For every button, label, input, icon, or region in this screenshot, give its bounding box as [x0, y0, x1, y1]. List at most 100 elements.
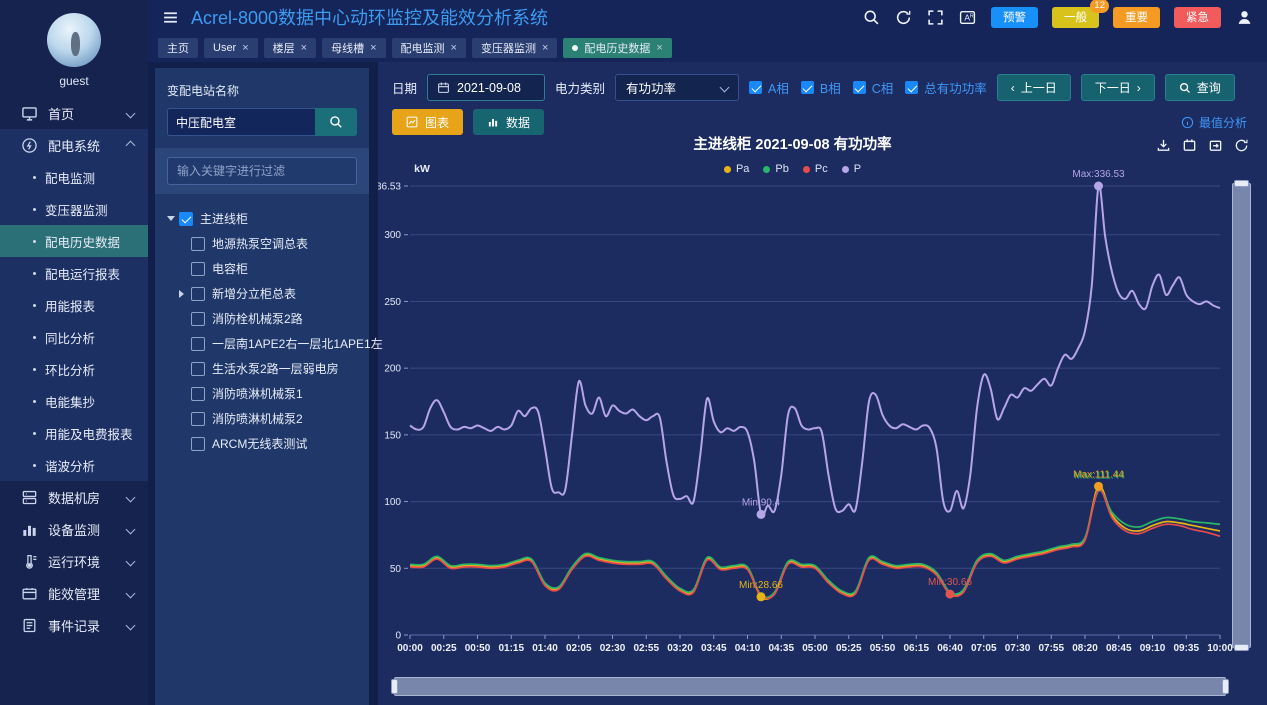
tree-filter-input[interactable]	[167, 157, 357, 185]
sidebar-item-事件记录[interactable]: 事件记录	[0, 609, 148, 641]
phase-checkbox-B相[interactable]: B相	[801, 78, 841, 97]
tree-node[interactable]: 电容柜	[167, 256, 357, 281]
download-icon[interactable]	[1156, 138, 1171, 153]
sidebar-item-设备监测[interactable]: 设备监测	[0, 513, 148, 545]
sidebar-subitem-配电监测[interactable]: 配电监测	[0, 161, 148, 193]
close-icon[interactable]: ×	[542, 43, 548, 54]
tree-checkbox[interactable]	[191, 362, 205, 376]
fullscreen-icon[interactable]	[927, 9, 944, 26]
tree-node[interactable]: 新增分立柜总表	[167, 281, 357, 306]
tree-node[interactable]: 一层南1APE2右一层北1APE1左	[167, 331, 357, 356]
query-button[interactable]: 查询	[1165, 74, 1235, 101]
alarm-button-一般[interactable]: 一般12	[1052, 7, 1099, 28]
sidebar-subitem-配电运行报表[interactable]: 配电运行报表	[0, 257, 148, 289]
sidebar-subitem-变压器监测[interactable]: 变压器监测	[0, 193, 148, 225]
menu-label: 能效管理	[48, 584, 100, 603]
datazoom-handle-left[interactable]	[391, 679, 398, 694]
tree-checkbox[interactable]	[191, 237, 205, 251]
category-select[interactable]: 有功功率	[615, 74, 739, 101]
tree-node[interactable]: 消防喷淋机械泵2	[167, 406, 357, 431]
tab-User[interactable]: User×	[204, 38, 258, 58]
caret-right-icon[interactable]	[179, 290, 184, 298]
zoom-box-icon[interactable]	[1182, 138, 1197, 153]
close-icon[interactable]: ×	[656, 43, 662, 54]
tab-变压器监测[interactable]: 变压器监测×	[472, 38, 557, 58]
tree-checkbox[interactable]	[179, 212, 193, 226]
menu-label: 数据机房	[48, 488, 100, 507]
tree-node[interactable]: ARCM无线表测试	[167, 431, 357, 456]
sidebar-item-能效管理[interactable]: 能效管理	[0, 577, 148, 609]
max-analysis-link[interactable]: 最值分析	[1181, 114, 1247, 131]
tab-配电历史数据[interactable]: 配电历史数据×	[563, 38, 671, 58]
close-icon[interactable]: ×	[451, 43, 457, 54]
chart-view-button[interactable]: 图表	[392, 109, 463, 135]
datazoom-handle-bottom[interactable]	[1234, 644, 1249, 651]
date-picker[interactable]: 2021-09-08	[427, 74, 545, 101]
prev-day-button[interactable]: ‹ 上一日	[997, 74, 1071, 101]
close-icon[interactable]: ×	[242, 43, 248, 54]
tree-checkbox[interactable]	[191, 312, 205, 326]
search-icon[interactable]	[863, 9, 880, 26]
sidebar-subitem-电能集抄[interactable]: 电能集抄	[0, 385, 148, 417]
close-icon[interactable]: ×	[301, 43, 307, 54]
phase-checkbox-C相[interactable]: C相	[853, 78, 894, 97]
vertical-datazoom-slider[interactable]	[1232, 183, 1251, 648]
sidebar-subitem-用能及电费报表[interactable]: 用能及电费报表	[0, 417, 148, 449]
sidebar-subitem-配电历史数据[interactable]: 配电历史数据	[0, 225, 148, 257]
tree-checkbox[interactable]	[191, 412, 205, 426]
station-search-input[interactable]	[167, 108, 315, 136]
tree-node[interactable]: 地源热泵空调总表	[167, 231, 357, 256]
sidebar-item-配电系统[interactable]: 配电系统	[0, 129, 148, 161]
sidebar-subitem-谐波分析[interactable]: 谐波分析	[0, 449, 148, 481]
data-view-button[interactable]: 数据	[473, 109, 544, 135]
refresh-icon[interactable]	[1234, 138, 1249, 153]
user-avatar[interactable]	[47, 13, 101, 67]
tree-checkbox[interactable]	[191, 437, 205, 451]
tree-checkbox[interactable]	[191, 262, 205, 276]
submenu-label: 用能及电费报表	[45, 424, 133, 443]
tree-node[interactable]: 消防喷淋机械泵1	[167, 381, 357, 406]
tree-checkbox[interactable]	[191, 387, 205, 401]
sidebar-subitem-用能报表[interactable]: 用能报表	[0, 289, 148, 321]
chart-toolbox	[1156, 138, 1249, 153]
translate-icon[interactable]: AR	[959, 9, 976, 26]
checkbox[interactable]	[853, 81, 866, 94]
checkbox[interactable]	[749, 81, 762, 94]
checkbox[interactable]	[905, 81, 918, 94]
restore-icon[interactable]	[1208, 138, 1223, 153]
checkbox[interactable]	[801, 81, 814, 94]
close-icon[interactable]: ×	[370, 43, 376, 54]
sidebar-item-数据机房[interactable]: 数据机房	[0, 481, 148, 513]
y-tick-label: 100	[384, 497, 401, 508]
tab-配电监测[interactable]: 配电监测×	[392, 38, 466, 58]
sidebar-subitem-环比分析[interactable]: 环比分析	[0, 353, 148, 385]
datazoom-handle-top[interactable]	[1234, 180, 1249, 187]
tab-母线槽[interactable]: 母线槽×	[322, 38, 385, 58]
tree-node[interactable]: 消防栓机械泵2路	[167, 306, 357, 331]
sidebar-item-首页[interactable]: 首页	[0, 97, 148, 129]
datazoom-handle-right[interactable]	[1222, 679, 1229, 694]
collapse-menu-icon[interactable]	[162, 9, 179, 26]
phase-checkbox-总有功功率[interactable]: 总有功功率	[905, 78, 987, 97]
tree-checkbox[interactable]	[191, 337, 205, 351]
user-icon[interactable]	[1236, 9, 1253, 26]
sidebar: guest 首页配电系统配电监测变压器监测配电历史数据配电运行报表用能报表同比分…	[0, 0, 148, 705]
sidebar-item-运行环境[interactable]: 运行环境	[0, 545, 148, 577]
phase-checkbox-A相[interactable]: A相	[749, 78, 789, 97]
alarm-button-重要[interactable]: 重要	[1113, 7, 1160, 28]
tree-node-root[interactable]: 主进线柜	[167, 206, 357, 231]
device-tree-panel: 变配电站名称 主进线柜地源热泵空调总表电容柜新增分立柜总表消防栓机械泵2路一层南…	[155, 68, 369, 705]
station-search-button[interactable]	[315, 108, 357, 136]
tree-node[interactable]: 生活水泵2路一层弱电房	[167, 356, 357, 381]
alarm-button-预警[interactable]: 预警	[991, 7, 1038, 28]
caret-down-icon[interactable]	[167, 216, 175, 221]
next-day-button[interactable]: 下一日 ›	[1081, 74, 1155, 101]
search-icon	[1179, 82, 1191, 94]
sidebar-subitem-同比分析[interactable]: 同比分析	[0, 321, 148, 353]
horizontal-datazoom-slider[interactable]	[394, 677, 1226, 696]
refresh-sync-icon[interactable]	[895, 9, 912, 26]
alarm-button-紧急[interactable]: 紧急	[1174, 7, 1221, 28]
tab-主页[interactable]: 主页	[158, 38, 198, 58]
tab-楼层[interactable]: 楼层×	[264, 38, 316, 58]
tree-checkbox[interactable]	[191, 287, 205, 301]
